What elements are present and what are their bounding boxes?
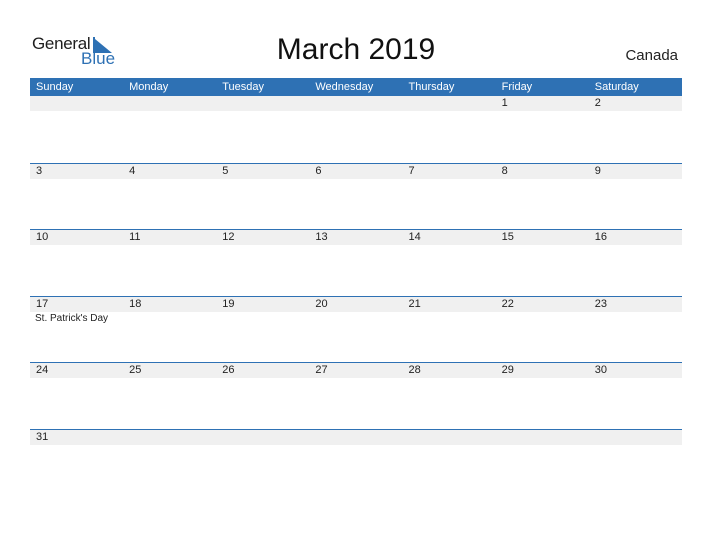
day-number: 31 (36, 430, 49, 443)
day-number (309, 430, 402, 445)
holiday-label (123, 312, 216, 325)
date-strip: 31 (30, 429, 682, 445)
day-number (403, 430, 496, 445)
weekday-tuesday: Tuesday (222, 81, 265, 93)
day-number: 21 (408, 297, 421, 310)
holiday-label (403, 312, 496, 325)
date-strip: 24 25 26 27 28 29 30 (30, 363, 682, 378)
week-row: 12 (30, 96, 682, 163)
day-number: 25 (129, 364, 142, 376)
day-number (123, 430, 216, 445)
day-number: 29 (501, 364, 514, 376)
day-number: 7 (408, 164, 415, 177)
day-number: 1 (501, 97, 508, 109)
weekday-thursday: Thursday (408, 81, 455, 93)
day-number: 10 (36, 231, 49, 243)
day-number: 27 (315, 364, 328, 376)
day-number (403, 96, 496, 111)
day-number: 30 (594, 364, 607, 376)
day-number: 18 (129, 297, 142, 310)
weekday-header: Sunday Monday Tuesday Wednesday Thursday… (30, 78, 682, 96)
day-number: 26 (222, 364, 235, 376)
week-row: 17 18 19 20 21 22 23 St. Patrick's Day (30, 295, 682, 363)
day-number: 16 (594, 231, 607, 243)
week-row: 3 4 5 6 7 8 9 (30, 162, 682, 230)
week-row: 24 25 26 27 28 29 30 (30, 362, 682, 429)
holiday-label (496, 312, 589, 325)
weekday-wednesday: Wednesday (315, 81, 374, 93)
day-number: 13 (315, 231, 328, 243)
day-number: 19 (222, 297, 235, 310)
day-number: 5 (222, 164, 229, 177)
day-number: 15 (501, 231, 514, 243)
day-number: 28 (408, 364, 421, 376)
holiday-label (216, 312, 309, 325)
weekday-friday: Friday (501, 81, 533, 93)
week-row: 10 11 12 13 14 15 16 (30, 229, 682, 296)
holiday-label (309, 312, 402, 325)
day-number: 8 (501, 164, 508, 177)
date-strip: 12 (30, 96, 682, 111)
day-number (216, 96, 309, 111)
date-strip: 10 11 12 13 14 15 16 (30, 230, 682, 245)
calendar-grid: Sunday Monday Tuesday Wednesday Thursday… (30, 78, 682, 495)
weekday-monday: Monday (129, 81, 169, 93)
day-number: 14 (408, 231, 421, 243)
week-row: 31 (30, 428, 682, 496)
day-number (216, 430, 309, 445)
date-strip: 3 4 5 6 7 8 9 (30, 163, 682, 179)
day-number: 9 (594, 164, 601, 177)
holiday-label: St. Patrick's Day (35, 312, 109, 324)
country-label: Canada (625, 47, 678, 64)
day-number: 22 (501, 297, 514, 310)
day-number: 6 (315, 164, 322, 177)
day-number: 11 (129, 231, 141, 243)
day-number: 23 (594, 297, 607, 310)
day-number (589, 430, 682, 445)
day-number (496, 430, 589, 445)
day-number: 12 (222, 231, 235, 243)
weekday-saturday: Saturday (594, 81, 639, 93)
holiday-label (589, 312, 682, 325)
day-number: 24 (36, 364, 49, 376)
weekday-sunday: Sunday (36, 81, 74, 93)
day-number: 4 (129, 164, 136, 177)
day-number: 20 (315, 297, 328, 310)
day-number: 2 (594, 97, 601, 109)
day-number (309, 96, 402, 111)
day-number: 17 (36, 297, 49, 310)
date-strip: 17 18 19 20 21 22 23 (30, 296, 682, 312)
day-number: 3 (36, 164, 43, 177)
day-number (123, 96, 216, 111)
page-title: March 2019 (276, 33, 436, 66)
day-number (30, 96, 123, 111)
events-area: St. Patrick's Day (30, 312, 682, 325)
